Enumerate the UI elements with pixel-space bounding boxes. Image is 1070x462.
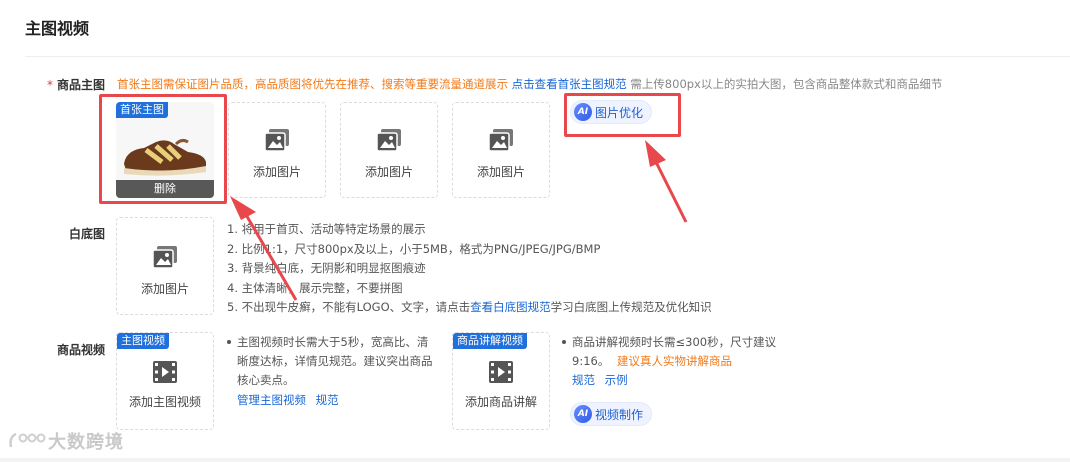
explain-video-badge: 商品讲解视频 [453, 333, 527, 349]
main-video-desc: 主图视频时长需大于5秒，宽高比、清 晰度达标，详情见规范。建议突出商品 核心卖点… [227, 333, 447, 410]
white-bg-rule: 4. 主体清晰，展示完整，不要拼图 [227, 280, 403, 295]
video-label: 商品视频 [56, 343, 105, 357]
white-bg-rule-5: 5. 不出现牛皮癣，不能有LOGO、文字，请点击查看白底图规范学习白底图上传规范… [227, 298, 712, 318]
white-bg-label: 白底图 [68, 227, 105, 241]
add-image-label: 添加图片 [140, 282, 189, 296]
ai-icon: AI [574, 405, 592, 423]
arrow-to-ai-optimize [645, 140, 688, 223]
image-placeholder-icon [488, 129, 513, 152]
explain-suggestion: 建议真人实物讲解商品 [616, 354, 732, 368]
add-white-bg-tile[interactable]: 添加图片 [116, 217, 214, 315]
main-video-desc-line: 主图视频时长需大于5秒，宽高比、清 [237, 335, 429, 349]
ai-video-make-label: 视频制作 [595, 407, 644, 422]
image-placeholder-icon [376, 129, 401, 152]
hint-orange: 首张主图需保证图片品质，高品质图将优先在推荐、搜索等重要流量通道展示 [117, 77, 508, 91]
add-image-tile-4[interactable]: 添加图片 [452, 102, 550, 198]
hint-gray: 需上传800px以上的实拍大图，包含商品整体款式和商品细节 [630, 77, 943, 91]
add-main-video-tile[interactable]: 主图视频 添加主图视频 [116, 332, 214, 430]
explain-video-desc: 商品讲解视频时长需≤300秒，尺寸建议 9:16。 建议真人实物讲解商品 规范 … [562, 333, 802, 390]
add-explain-video-label: 添加商品讲解 [464, 395, 537, 409]
image-placeholder-icon [264, 129, 289, 152]
white-bg-rules: 1. 将用于首页、活动等特定场景的展示 2. 比例1:1，尺寸800px及以上，… [227, 220, 712, 318]
white-bg-rule: 3. 背景纯白底，无阴影和明显抠图痕迹 [227, 261, 426, 275]
add-image-label: 添加图片 [252, 165, 301, 179]
main-video-desc-line: 核心卖点。 [237, 373, 295, 387]
add-image-tile-3[interactable]: 添加图片 [340, 102, 438, 198]
main-video-links: 管理主图视频 规范 [237, 391, 447, 410]
add-image-label: 添加图片 [476, 165, 525, 179]
main-video-card: 主图视频 * 商品主图 首张主图需保证图片品质，高品质图将优先在推荐、搜索等重要流… [0, 0, 1070, 458]
main-video-badge: 主图视频 [117, 333, 169, 349]
watermark-logo-icon [9, 432, 46, 448]
add-explain-video-tile[interactable]: 商品讲解视频 添加商品讲解 [452, 332, 550, 430]
explain-desc-line2: 9:16。 建议真人实物讲解商品 [572, 352, 802, 371]
explain-desc-line1: 商品讲解视频时长需≤300秒，尺寸建议 [572, 335, 777, 349]
image-placeholder-icon [152, 246, 177, 269]
video-placeholder-icon [153, 361, 177, 383]
ai-video-make-button[interactable]: AI 视频制作 [570, 402, 653, 426]
main-image-hint: 首张主图需保证图片品质，高品质图将优先在推荐、搜索等重要流量通道展示 点击查看首… [117, 76, 942, 92]
main-video-desc-line: 晰度达标，详情见规范。建议突出商品 [237, 354, 433, 368]
divider [25, 56, 1070, 57]
video-placeholder-icon [489, 361, 513, 383]
explain-ratio: 9:16。 [572, 354, 610, 368]
required-mark: * [46, 78, 53, 92]
first-image-rule-link[interactable]: 点击查看首张主图规范 [512, 77, 627, 91]
explain-rule-link[interactable]: 规范 [572, 373, 595, 387]
bullet-dot [227, 340, 231, 344]
section-title: 主图视频 [25, 19, 90, 38]
watermark-text: 大数跨境 [48, 432, 124, 453]
bullet-dot [562, 340, 566, 344]
highlight-box-first-image [99, 94, 227, 204]
main-video-rule-link[interactable]: 规范 [316, 393, 339, 407]
rule5-suffix: 学习白底图上传规范及优化知识 [550, 300, 712, 314]
main-image-label: * 商品主图 [25, 76, 105, 93]
rule5-prefix: 5. 不出现牛皮癣，不能有LOGO、文字，请点击 [227, 300, 471, 314]
white-bg-rule: 1. 将用于首页、活动等特定场景的展示 [227, 222, 426, 236]
add-main-video-label: 添加主图视频 [128, 395, 201, 409]
explain-links: 规范 示例 [572, 371, 802, 390]
add-image-tile-2[interactable]: 添加图片 [228, 102, 326, 198]
white-bg-rule: 2. 比例1:1，尺寸800px及以上，小于5MB，格式为PNG/JPEG/JP… [227, 241, 601, 256]
add-image-label: 添加图片 [364, 165, 413, 179]
manage-main-video-link[interactable]: 管理主图视频 [237, 393, 306, 407]
main-image-label-text: 商品主图 [56, 78, 105, 92]
watermark: 大数跨境 [8, 428, 124, 454]
explain-example-link[interactable]: 示例 [605, 373, 628, 387]
highlight-box-ai-optimize [564, 93, 681, 137]
white-bg-rule-link[interactable]: 查看白底图规范 [470, 300, 551, 314]
